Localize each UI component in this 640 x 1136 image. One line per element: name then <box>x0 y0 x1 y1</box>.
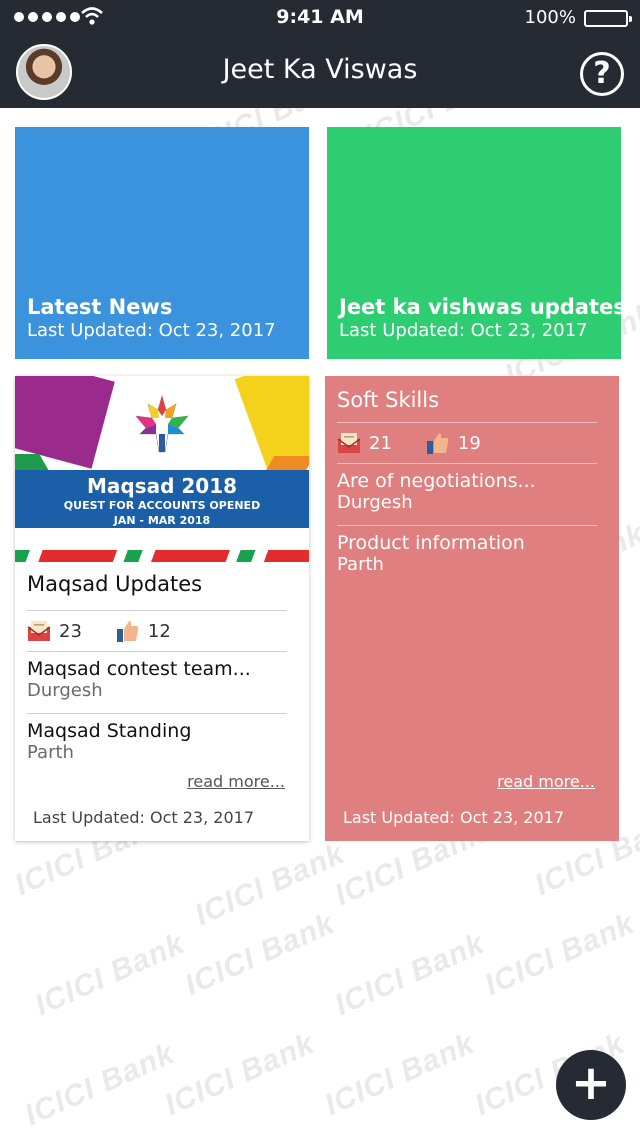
soft-skills-card[interactable]: Soft Skills 21 19 Are of negotiations...… <box>325 376 619 841</box>
read-more-link[interactable]: read more... <box>497 772 595 791</box>
mail-count: 23 <box>59 620 82 642</box>
maqsad-card-body: Maqsad Updates 23 12 Maqsad contest team… <box>27 572 287 775</box>
last-updated-text: Last Updated: Oct 23, 2017 <box>33 808 254 827</box>
item-title: Maqsad contest team... <box>27 658 251 680</box>
maple-leaf-logo-icon <box>135 394 189 453</box>
item-title: Product information <box>337 532 525 554</box>
soft-skills-card-body: Soft Skills 21 19 Are of negotiations...… <box>337 388 597 587</box>
last-updated-text: Last Updated: Oct 23, 2017 <box>343 808 564 827</box>
watermark-text: ICICI Bank <box>20 1036 180 1133</box>
item-author: Parth <box>337 554 384 575</box>
watermark-text: ICICI Bank <box>320 1026 480 1123</box>
item-author: Durgesh <box>337 492 413 513</box>
page-title: Jeet Ka Viswas <box>222 54 418 85</box>
list-item[interactable]: Are of negotiations... Durgesh <box>337 464 597 525</box>
banner-dates: JAN - MAR 2018 <box>113 514 211 527</box>
card-title: Maqsad Updates <box>27 572 203 596</box>
mail-envelope-icon <box>337 433 361 453</box>
banner-subtitle: QUEST FOR ACCOUNTS OPENED <box>63 499 261 512</box>
help-icon[interactable]: ? <box>580 52 624 96</box>
watermark-text: ICICI Bank <box>330 926 490 1023</box>
latest-news-tile[interactable]: Latest News Last Updated: Oct 23, 2017 <box>15 127 309 359</box>
watermark-text: ICICI Bank <box>190 836 350 933</box>
app-header: 9:41 AM 100% Jeet Ka Viswas ? <box>0 0 640 108</box>
list-item[interactable]: Product information Parth <box>337 526 597 587</box>
battery-percentage: 100% <box>524 7 576 28</box>
mail-stat[interactable]: 23 <box>27 620 82 642</box>
watermark-text: ICICI Bank <box>30 926 190 1023</box>
card-stats: 23 12 <box>27 611 287 651</box>
battery-icon <box>584 10 632 27</box>
like-count: 19 <box>457 432 481 454</box>
card-title: Soft Skills <box>337 388 440 412</box>
mail-envelope-icon <box>27 621 51 641</box>
item-title: Maqsad Standing <box>27 720 192 742</box>
banner-band: Maqsad 2018 QUEST FOR ACCOUNTS OPENED JA… <box>15 470 309 528</box>
banner-title: Maqsad 2018 <box>86 474 238 498</box>
item-author: Parth <box>27 742 74 763</box>
read-more-link[interactable]: read more... <box>187 772 285 791</box>
like-count: 12 <box>147 620 171 642</box>
watermark-text: ICICI Bank <box>180 906 340 1003</box>
tile-title: Latest News <box>27 295 173 319</box>
list-item[interactable]: Maqsad contest team... Durgesh <box>27 652 287 713</box>
jeet-ka-vishwas-updates-tile[interactable]: Jeet ka vishwas updates Last Updated: Oc… <box>327 127 621 359</box>
tile-last-updated: Last Updated: Oct 23, 2017 <box>27 320 276 341</box>
item-title: Are of negotiations... <box>337 470 536 492</box>
thumbs-up-icon <box>116 621 139 642</box>
watermark-text: ICICI Bank <box>480 906 640 1003</box>
maqsad-updates-card[interactable]: Maqsad 2018 QUEST FOR ACCOUNTS OPENED JA… <box>15 376 309 841</box>
mail-count: 21 <box>369 432 392 454</box>
item-author: Durgesh <box>27 680 103 701</box>
tile-last-updated: Last Updated: Oct 23, 2017 <box>339 320 588 341</box>
status-bar: 9:41 AM 100% <box>0 0 640 36</box>
list-item[interactable]: Maqsad Standing Parth <box>27 714 287 775</box>
card-stats: 21 19 <box>337 423 597 463</box>
like-stat[interactable]: 12 <box>116 619 171 643</box>
like-stat[interactable]: 19 <box>426 431 481 455</box>
add-button[interactable]: + <box>556 1050 626 1120</box>
watermark-text: ICICI Bank <box>160 1026 320 1123</box>
maqsad-banner-image: Maqsad 2018 QUEST FOR ACCOUNTS OPENED JA… <box>15 376 309 562</box>
tile-title: Jeet ka vishwas updates <box>339 295 621 319</box>
mail-stat[interactable]: 21 <box>337 432 392 454</box>
thumbs-up-icon <box>426 433 449 454</box>
